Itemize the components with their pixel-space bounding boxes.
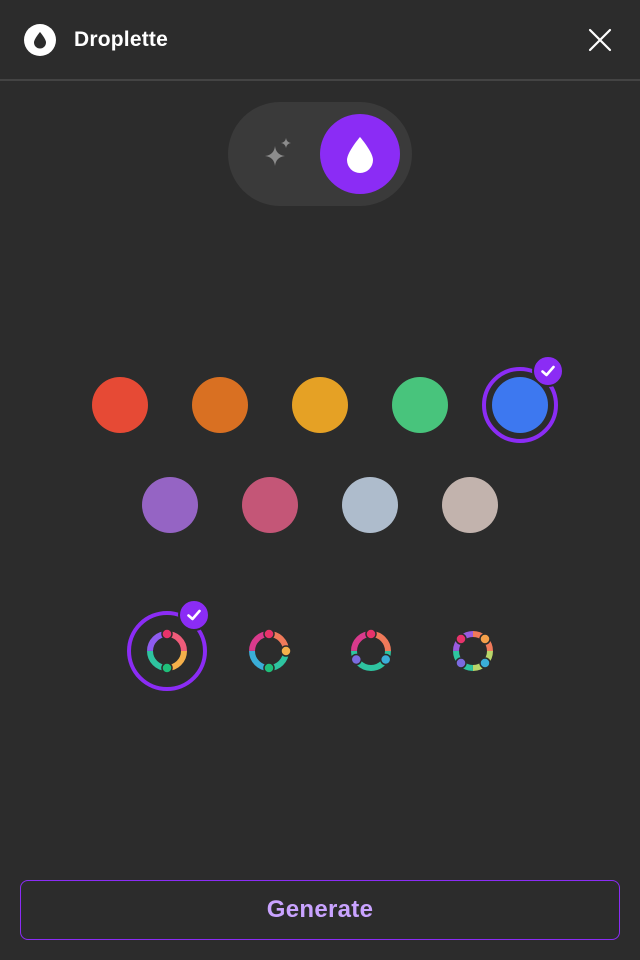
color-swatch-fill [492, 377, 548, 433]
ai-mode-button[interactable] [240, 114, 320, 194]
color-swatch-taupe[interactable] [442, 477, 498, 533]
palette-style-3-icon [350, 628, 392, 671]
color-swatch-slate[interactable] [342, 477, 398, 533]
color-swatch-red[interactable] [92, 377, 148, 433]
close-button[interactable] [584, 24, 616, 56]
app-title: Droplette [74, 28, 168, 51]
color-swatch-green[interactable] [392, 377, 448, 433]
palette-style-1-icon [147, 628, 187, 674]
palette-style-option-4[interactable] [433, 611, 513, 691]
palette-style-4-icon [453, 631, 493, 671]
check-icon [178, 599, 210, 631]
color-swatch-purple[interactable] [142, 477, 198, 533]
droplet-icon [24, 24, 56, 56]
color-swatch-rose[interactable] [242, 477, 298, 533]
droplet-mode-button[interactable] [320, 114, 400, 194]
check-icon [532, 355, 564, 387]
header-bar: Droplette [0, 0, 640, 81]
palette-style-option-2[interactable] [229, 611, 309, 691]
generate-button[interactable]: Generate [20, 880, 620, 940]
color-swatch-orange[interactable] [192, 377, 248, 433]
palette-style-2-icon [249, 628, 292, 674]
sparkles-icon [265, 138, 291, 166]
color-swatch-amber[interactable] [292, 377, 348, 433]
droplet-icon [347, 137, 373, 173]
close-icon [588, 28, 612, 52]
mode-toggle [228, 102, 412, 206]
palette-style-option-3[interactable] [331, 611, 411, 691]
